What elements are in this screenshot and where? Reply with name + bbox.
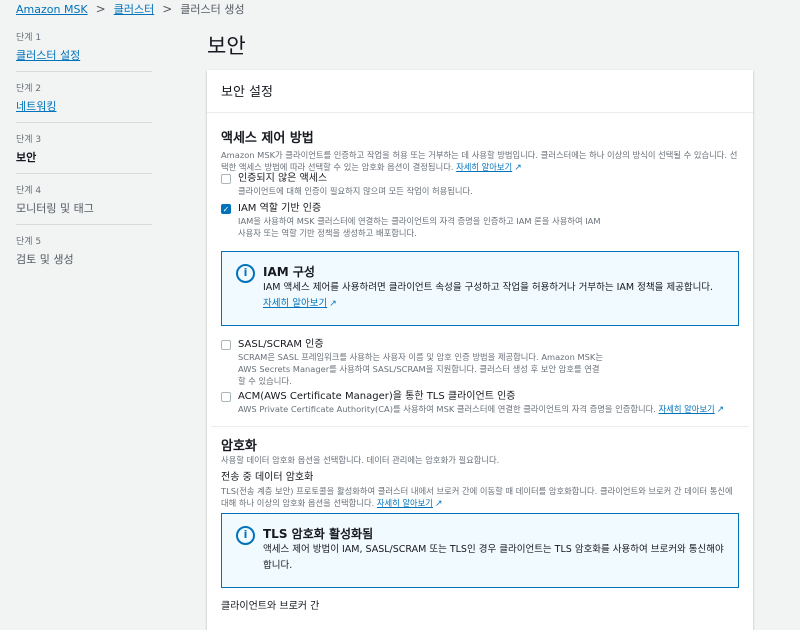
- learn-more-link[interactable]: 자세히 알아보기: [456, 162, 512, 172]
- breadcrumb: Amazon MSK > 클러스터 > 클러스터 생성: [16, 2, 244, 16]
- access-control-title: 액세스 제어 방법: [221, 131, 314, 146]
- chevron-right-icon: >: [162, 2, 173, 16]
- breadcrumb-clusters[interactable]: 클러스터: [114, 1, 154, 17]
- step-label: 검토 및 생성: [16, 253, 74, 266]
- checkbox-unauthenticated[interactable]: [221, 174, 231, 184]
- step-number: 단계 3: [16, 135, 42, 145]
- option-label: 인증되지 않은 액세스: [238, 173, 328, 184]
- option-tls-acm[interactable]: ACM(AWS Certificate Manager)을 통한 TLS 클라이…: [221, 390, 739, 416]
- divider: [16, 122, 152, 123]
- step-4: 단계 4 모니터링 및 태그: [16, 183, 152, 216]
- step-link-networking[interactable]: 네트워킹: [16, 98, 152, 114]
- divider: [16, 71, 152, 72]
- external-link-icon: ↗: [329, 299, 337, 309]
- alert-title: IAM 구성: [263, 265, 315, 279]
- step-number: 단계 4: [16, 186, 42, 196]
- learn-more-link[interactable]: 자세히 알아보기: [263, 298, 327, 309]
- info-icon: i: [236, 526, 255, 545]
- step-current-security: 보안: [16, 151, 37, 164]
- step-1: 단계 1 클러스터 설정: [16, 30, 152, 63]
- option-unauthenticated[interactable]: 인증되지 않은 액세스클라이언트에 대해 인증이 필요하지 않으며 모든 작업이…: [221, 172, 739, 197]
- info-icon: i: [236, 264, 255, 283]
- step-label: 모니터링 및 태그: [16, 202, 94, 215]
- option-iam[interactable]: ✓ IAM 역할 기반 인증 IAM을 사용하여 MSK 클러스터에 연결하는 클라…: [221, 202, 603, 239]
- step-link-cluster-settings[interactable]: 클러스터 설정: [16, 47, 152, 63]
- tls-info-alert: i TLS 암호화 활성화됨 액세스 제어 방법이 IAM, SASL/SCRA…: [221, 513, 739, 588]
- option-label: SASL/SCRAM 인증: [238, 339, 324, 350]
- step-number: 단계 2: [16, 84, 42, 94]
- divider: [211, 426, 749, 427]
- breadcrumb-amazon-msk[interactable]: Amazon MSK: [16, 3, 88, 16]
- in-transit-title: 전송 중 데이터 암호화: [221, 472, 314, 483]
- client-broker-label: 클라이언트와 브로커 간: [221, 601, 320, 612]
- step-5: 단계 5 검토 및 생성: [16, 234, 152, 267]
- encryption-section: 암호화 사용할 데이터 암호화 옵션을 선택합니다. 데이터 관리에는 암호화가…: [221, 435, 739, 510]
- checkbox-sasl-scram[interactable]: [221, 340, 231, 350]
- card-title: 보안 설정: [207, 70, 753, 113]
- option-label: ACM(AWS Certificate Manager)을 통한 TLS 클라이…: [238, 391, 516, 402]
- alert-title: TLS 암호화 활성화됨: [263, 527, 374, 541]
- encryption-desc: 사용할 데이터 암호화 옵션을 선택합니다. 데이터 관리에는 암호화가 필요합…: [221, 455, 500, 465]
- alert-text: IAM 액세스 제어를 사용하려면 클라이언트 속성을 구성하고 작업을 허용하…: [263, 282, 714, 293]
- chevron-right-icon: >: [95, 2, 106, 16]
- alert-text: 액세스 제어 방법이 IAM, SASL/SCRAM 또는 TLS인 경우 클라…: [263, 544, 724, 571]
- checkbox-iam[interactable]: ✓: [221, 204, 231, 214]
- step-3: 단계 3 보안: [16, 132, 152, 165]
- encryption-title: 암호화: [221, 439, 257, 454]
- external-link-icon: ↗: [716, 405, 725, 415]
- security-settings-card: 보안 설정 액세스 제어 방법 Amazon MSK가 클라이언트를 인증하고 …: [207, 70, 753, 630]
- step-number: 단계 1: [16, 33, 42, 43]
- iam-info-alert: i IAM 구성 IAM 액세스 제어를 사용하려면 클라이언트 속성을 구성하…: [221, 251, 739, 326]
- option-desc: AWS Private Certificate Authority(CA)를 사…: [238, 404, 656, 414]
- external-link-icon: ↗: [434, 499, 443, 509]
- page-title: 보안: [207, 34, 246, 58]
- in-transit-desc: TLS(전송 계층 보안) 프로토콜을 활성화하여 클러스터 내에서 브로커 간…: [221, 486, 733, 508]
- access-control-section: 액세스 제어 방법 Amazon MSK가 클라이언트를 인증하고 작업을 허용…: [221, 127, 739, 174]
- learn-more-link[interactable]: 자세히 알아보기: [377, 498, 433, 508]
- breadcrumb-current: 클러스터 생성: [180, 3, 245, 16]
- option-sasl-scram[interactable]: SASL/SCRAM 인증 SCRAM은 SASL 프레임워크를 사용하는 사용자…: [221, 338, 603, 387]
- step-2: 단계 2 네트워킹: [16, 81, 152, 114]
- divider: [16, 224, 152, 225]
- divider: [16, 173, 152, 174]
- option-label: IAM 역할 기반 인증: [238, 203, 322, 214]
- option-desc: SCRAM은 SASL 프레임워크를 사용하는 사용자 이름 및 암호 인증 방…: [238, 352, 603, 386]
- step-number: 단계 5: [16, 237, 42, 247]
- option-desc: IAM을 사용하여 MSK 클러스터에 연결하는 클라이언트의 자격 증명을 인…: [238, 216, 601, 238]
- option-desc: 클라이언트에 대해 인증이 필요하지 않으며 모든 작업이 허용됩니다.: [238, 186, 473, 196]
- learn-more-link[interactable]: 자세히 알아보기: [659, 404, 715, 414]
- checkbox-tls-acm[interactable]: [221, 392, 231, 402]
